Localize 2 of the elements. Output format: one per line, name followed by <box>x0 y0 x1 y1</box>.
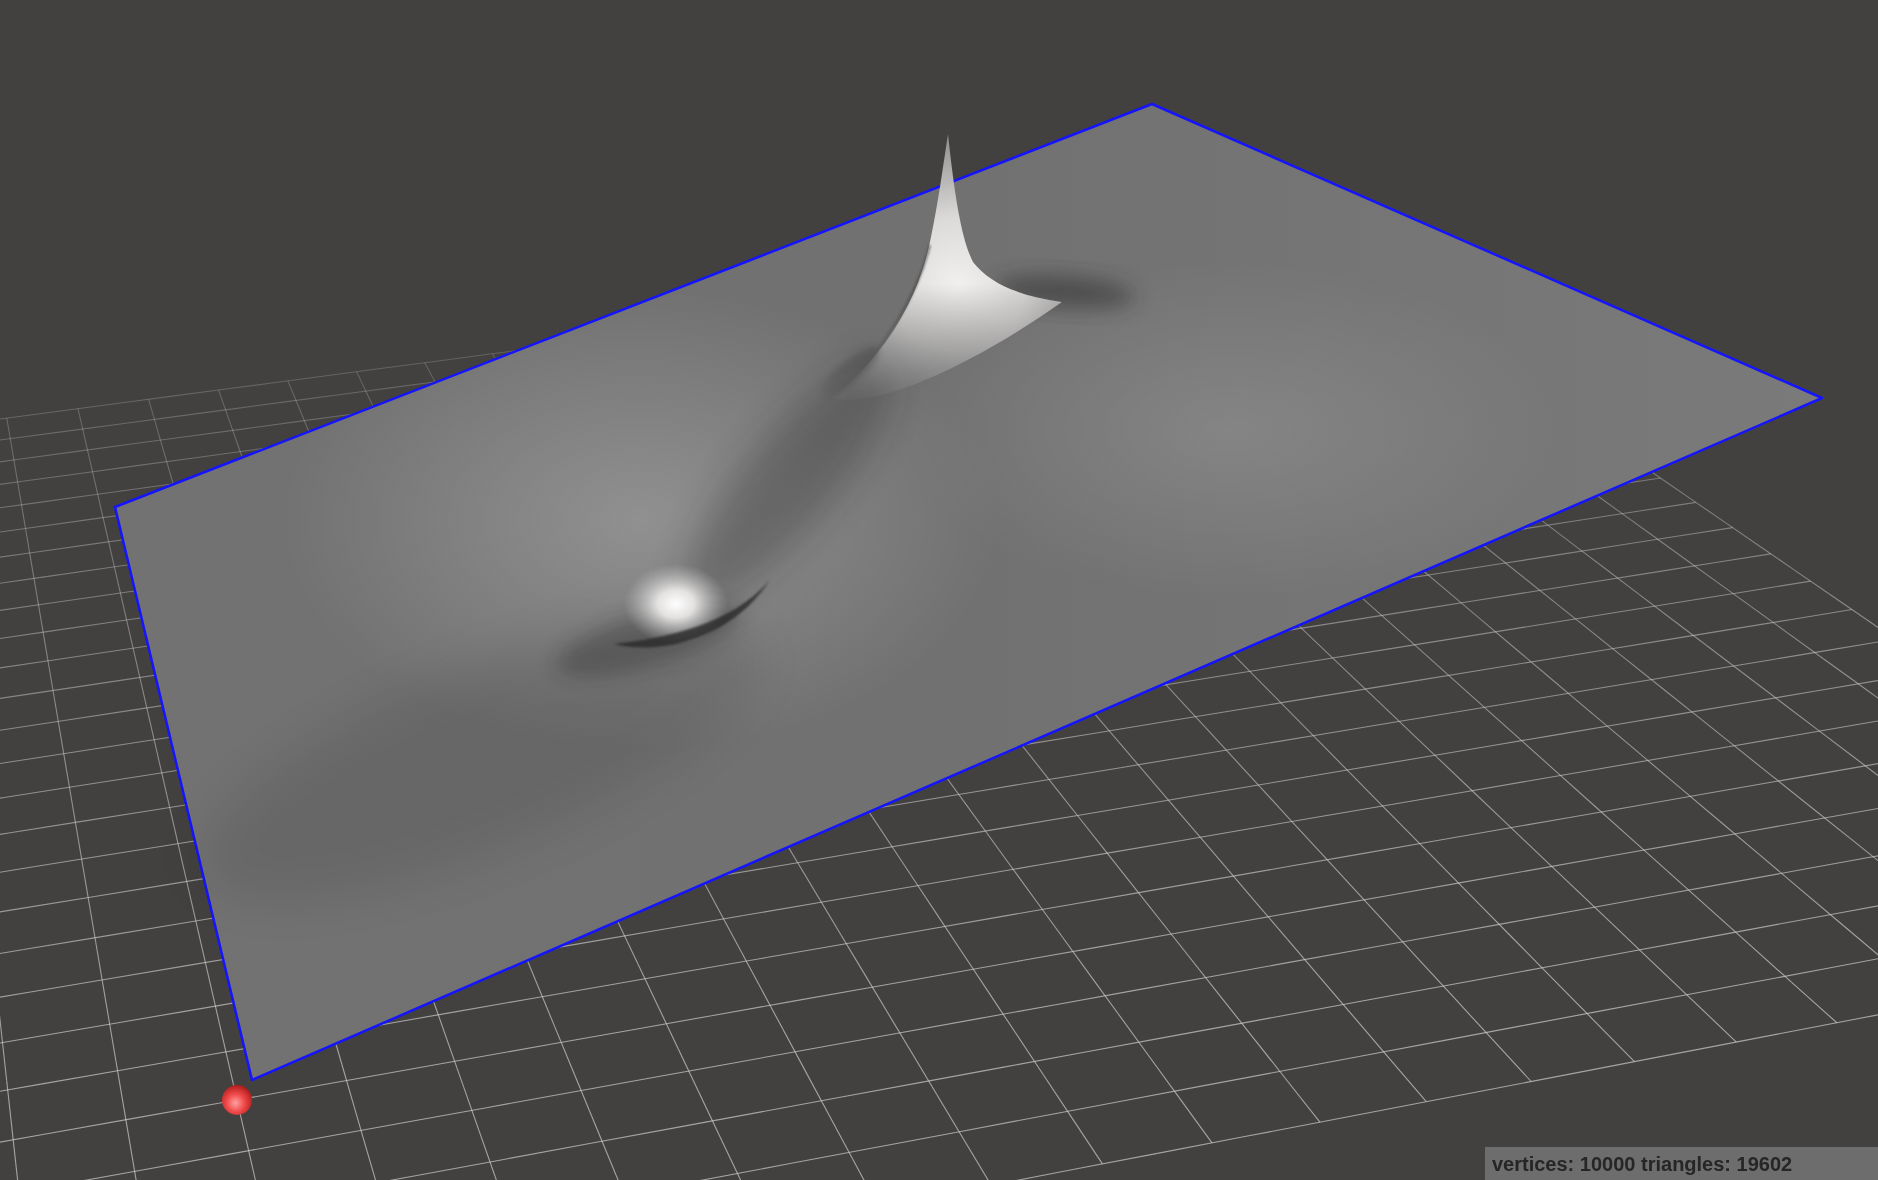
sphere-icon <box>222 1085 252 1115</box>
stats-overlay: vertices: 10000 triangles: 19602 <box>1485 1147 1878 1180</box>
